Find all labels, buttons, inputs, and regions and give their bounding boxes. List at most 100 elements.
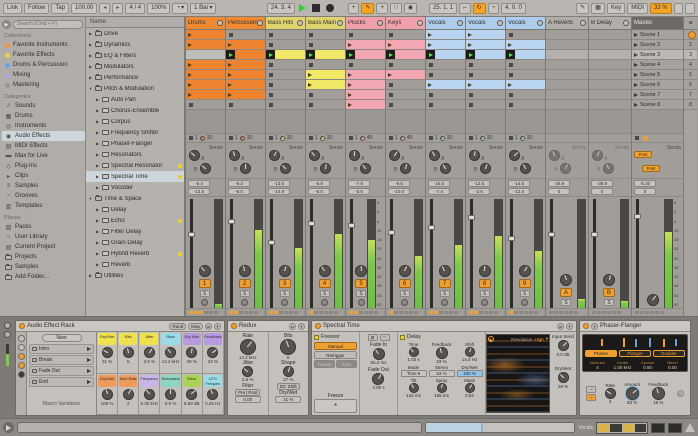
expand-arrow-icon[interactable]: ▶ — [95, 119, 100, 124]
clip-play-icon[interactable] — [348, 72, 352, 77]
scene-play-icon[interactable] — [634, 32, 638, 37]
feedback-knob[interactable] — [435, 347, 448, 359]
volume-fader[interactable] — [188, 199, 195, 308]
mode-phaser-button[interactable]: Phaser — [585, 350, 617, 357]
clip-slot[interactable] — [386, 60, 425, 70]
clip-slot[interactable] — [386, 70, 425, 80]
track-header-circle-icon[interactable] — [417, 20, 423, 26]
macro-knob[interactable] — [165, 347, 177, 358]
overview-block[interactable] — [668, 422, 682, 433]
freezer-manual-button[interactable]: Manual — [314, 342, 357, 350]
clip-stop-button[interactable] — [229, 32, 233, 37]
scene-play-icon[interactable] — [634, 102, 638, 107]
sidebar-item-user-library[interactable]: ○ User Library — [2, 232, 85, 242]
clip-slot[interactable] — [466, 50, 505, 60]
punch-out-button[interactable]: ¬ — [487, 2, 500, 14]
solo-button[interactable]: S — [279, 290, 290, 297]
send-a-knob[interactable] — [229, 150, 240, 161]
param-notches[interactable]: Notches 4 — [585, 360, 610, 370]
computer-midi-keyboard-button[interactable]: ▦ — [591, 2, 605, 14]
pan-knob[interactable] — [355, 265, 367, 277]
rack-show-devices-button[interactable] — [17, 362, 25, 369]
clip-stop-button[interactable] — [389, 92, 393, 97]
track-activator-button[interactable]: 6 — [398, 279, 411, 288]
clip-play-icon[interactable] — [348, 42, 352, 47]
clip-slot[interactable] — [266, 50, 305, 60]
scene-number[interactable]: 4 — [684, 60, 697, 70]
fader-handle[interactable] — [591, 231, 598, 237]
stop-button[interactable] — [310, 4, 322, 12]
clip-slot[interactable] — [266, 100, 305, 110]
volume-field[interactable]: -14.9 — [268, 188, 290, 195]
clip-slot[interactable] — [466, 90, 505, 100]
expand-arrow-icon[interactable]: ▶ — [95, 163, 100, 168]
send-b-knob[interactable] — [560, 163, 571, 174]
rack-show-variations-button[interactable] — [17, 335, 25, 342]
rack-show-macros-button[interactable] — [17, 344, 25, 351]
browser-item-dynamics[interactable]: ▶ Dynamics — [86, 39, 184, 50]
notification-icon[interactable] — [685, 423, 695, 432]
browser-item-corpus[interactable]: ▶ Corpus — [86, 116, 184, 127]
track-header[interactable]: Vocals — [426, 17, 465, 30]
clip-stop-button[interactable] — [509, 32, 513, 37]
spray-knob[interactable] — [436, 383, 447, 393]
track-header-circle-icon[interactable] — [580, 20, 586, 26]
clip-stop-button[interactable] — [349, 32, 353, 37]
sidebar-item-add-folder-[interactable]: Add Folder... — [2, 272, 85, 282]
track-header[interactable]: Vocals — [466, 17, 505, 30]
clip-slot[interactable] — [266, 40, 305, 50]
expand-arrow-icon[interactable]: ▶ — [95, 218, 100, 223]
clip-slot[interactable] — [466, 60, 505, 70]
clip-slot[interactable] — [506, 80, 545, 90]
peak-level-field[interactable]: -9.2 — [228, 180, 250, 187]
freezer-x1-button[interactable]: ⊠ — [367, 334, 378, 341]
send-a-knob[interactable] — [592, 150, 603, 161]
browser-item-resonators[interactable]: ▶ Resonators — [86, 149, 184, 160]
macro-knob[interactable] — [207, 347, 219, 358]
volume-field[interactable]: -5.5 — [348, 188, 370, 195]
clip-slot[interactable] — [506, 40, 545, 50]
clip-slot[interactable] — [386, 40, 425, 50]
expand-arrow-icon[interactable]: ▶ — [88, 42, 93, 47]
clip-stop-button[interactable] — [309, 92, 313, 97]
fader-handle[interactable] — [188, 231, 195, 237]
scene-slot[interactable]: Scene 2 — [632, 40, 683, 50]
pan-knob[interactable] — [603, 274, 615, 286]
track-header-circle-icon[interactable] — [497, 20, 503, 26]
freeze-button[interactable]: * — [314, 399, 357, 413]
clip-slot[interactable] — [266, 70, 305, 80]
volume-field[interactable]: -6.0 — [308, 188, 330, 195]
phaser-notch-display[interactable]: Phaser Flanger Doubler Notches 4 Center 1.00 … — [582, 334, 688, 372]
track-header-circle-icon[interactable] — [337, 20, 343, 26]
clip-slot[interactable] — [226, 50, 265, 60]
variation-launch-icon[interactable] — [87, 347, 91, 351]
clip-slot[interactable] — [386, 100, 425, 110]
clip-stop-button[interactable] — [389, 82, 393, 87]
param-spread[interactable]: Spread 0.50 — [635, 360, 660, 370]
clip-play-icon[interactable] — [468, 82, 472, 87]
send-b-knob[interactable] — [400, 163, 411, 174]
clip-slot[interactable] — [266, 90, 305, 100]
peak-level-field[interactable]: -12.6 — [468, 180, 490, 187]
expand-arrow-icon[interactable]: ▶ — [88, 53, 93, 58]
track-header-circle-icon[interactable] — [217, 20, 223, 26]
fade-in-knob[interactable] — [372, 348, 385, 360]
quantization-menu[interactable]: 1 Bar ▾ — [190, 2, 217, 14]
track-header-circle-icon[interactable] — [297, 20, 303, 26]
clip-slot[interactable] — [266, 30, 305, 40]
sidebar-item-instruments[interactable]: ◎ Instruments — [2, 121, 85, 131]
track-activator-button[interactable]: A — [560, 288, 572, 297]
fader-handle[interactable] — [548, 231, 555, 237]
fader-handle[interactable] — [348, 222, 355, 228]
send-b-knob[interactable] — [603, 163, 614, 174]
expand-arrow-icon[interactable]: ▶ — [95, 152, 100, 157]
track-activator-button[interactable]: 4 — [318, 279, 331, 288]
clip-play-icon[interactable] — [228, 82, 232, 87]
clip-stop-button[interactable] — [309, 42, 313, 47]
peak-level-field[interactable]: -5.30 — [634, 180, 656, 187]
expand-arrow-icon[interactable]: ▶ — [95, 185, 100, 190]
clip-stop-button[interactable] — [469, 62, 473, 67]
clip-slot[interactable] — [386, 50, 425, 60]
scene-slot[interactable]: Scene 8 — [632, 100, 683, 110]
punch-in-button[interactable]: ⌐ — [459, 2, 471, 14]
